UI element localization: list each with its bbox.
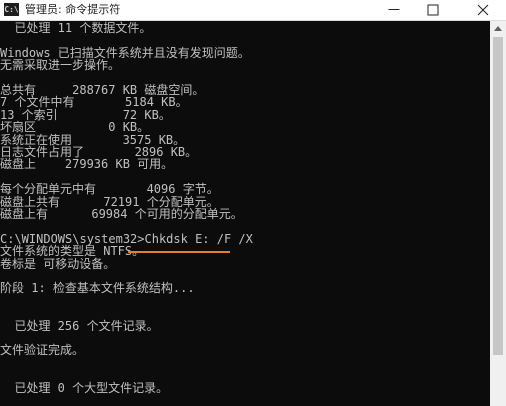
console-line: 磁盘上有 69984 个可用的分配单元。 <box>0 207 243 221</box>
console-line: 磁盘上 279936 KB 可用。 <box>0 157 174 172</box>
console-line: 已处理 0 个大型文件记录。 <box>0 380 169 395</box>
maximize-button[interactable] <box>417 0 449 20</box>
vertical-scrollbar[interactable] <box>490 21 506 406</box>
console-line: 已处理 11 个数据文件。 <box>0 21 152 35</box>
console-output[interactable]: 已处理 11 个数据文件。 Windows 已扫描文件系统并且没有发现问题。 无需采… <box>0 21 490 406</box>
maximize-icon <box>427 4 439 16</box>
console-line: 卷标是 可移动设备。 <box>0 256 116 271</box>
close-icon <box>477 4 489 16</box>
cmd-icon: C:\ <box>4 3 19 16</box>
console-line: 无需采取进一步操作。 <box>0 58 121 73</box>
command-highlight-underline <box>128 251 230 253</box>
minimize-button[interactable] <box>378 0 410 20</box>
minimize-icon <box>388 9 400 10</box>
console-line: 文件验证完成。 <box>0 343 85 358</box>
console-line: 已处理 256 个文件记录。 <box>0 318 159 333</box>
console-line: 阶段 1: 检查基本文件系统结构... <box>0 281 195 296</box>
title-bar[interactable]: C:\ 管理员: 命令提示符 <box>0 0 506 21</box>
close-button[interactable] <box>460 0 506 20</box>
window-title: 管理员: 命令提示符 <box>25 3 121 16</box>
scroll-up-button[interactable] <box>490 21 506 37</box>
arrow-up-icon <box>494 26 502 31</box>
command-prompt-window: C:\ 管理员: 命令提示符 已处理 11 个数据文件。 Windows 已扫描文… <box>0 0 506 406</box>
scrollbar-thumb[interactable] <box>493 37 503 355</box>
